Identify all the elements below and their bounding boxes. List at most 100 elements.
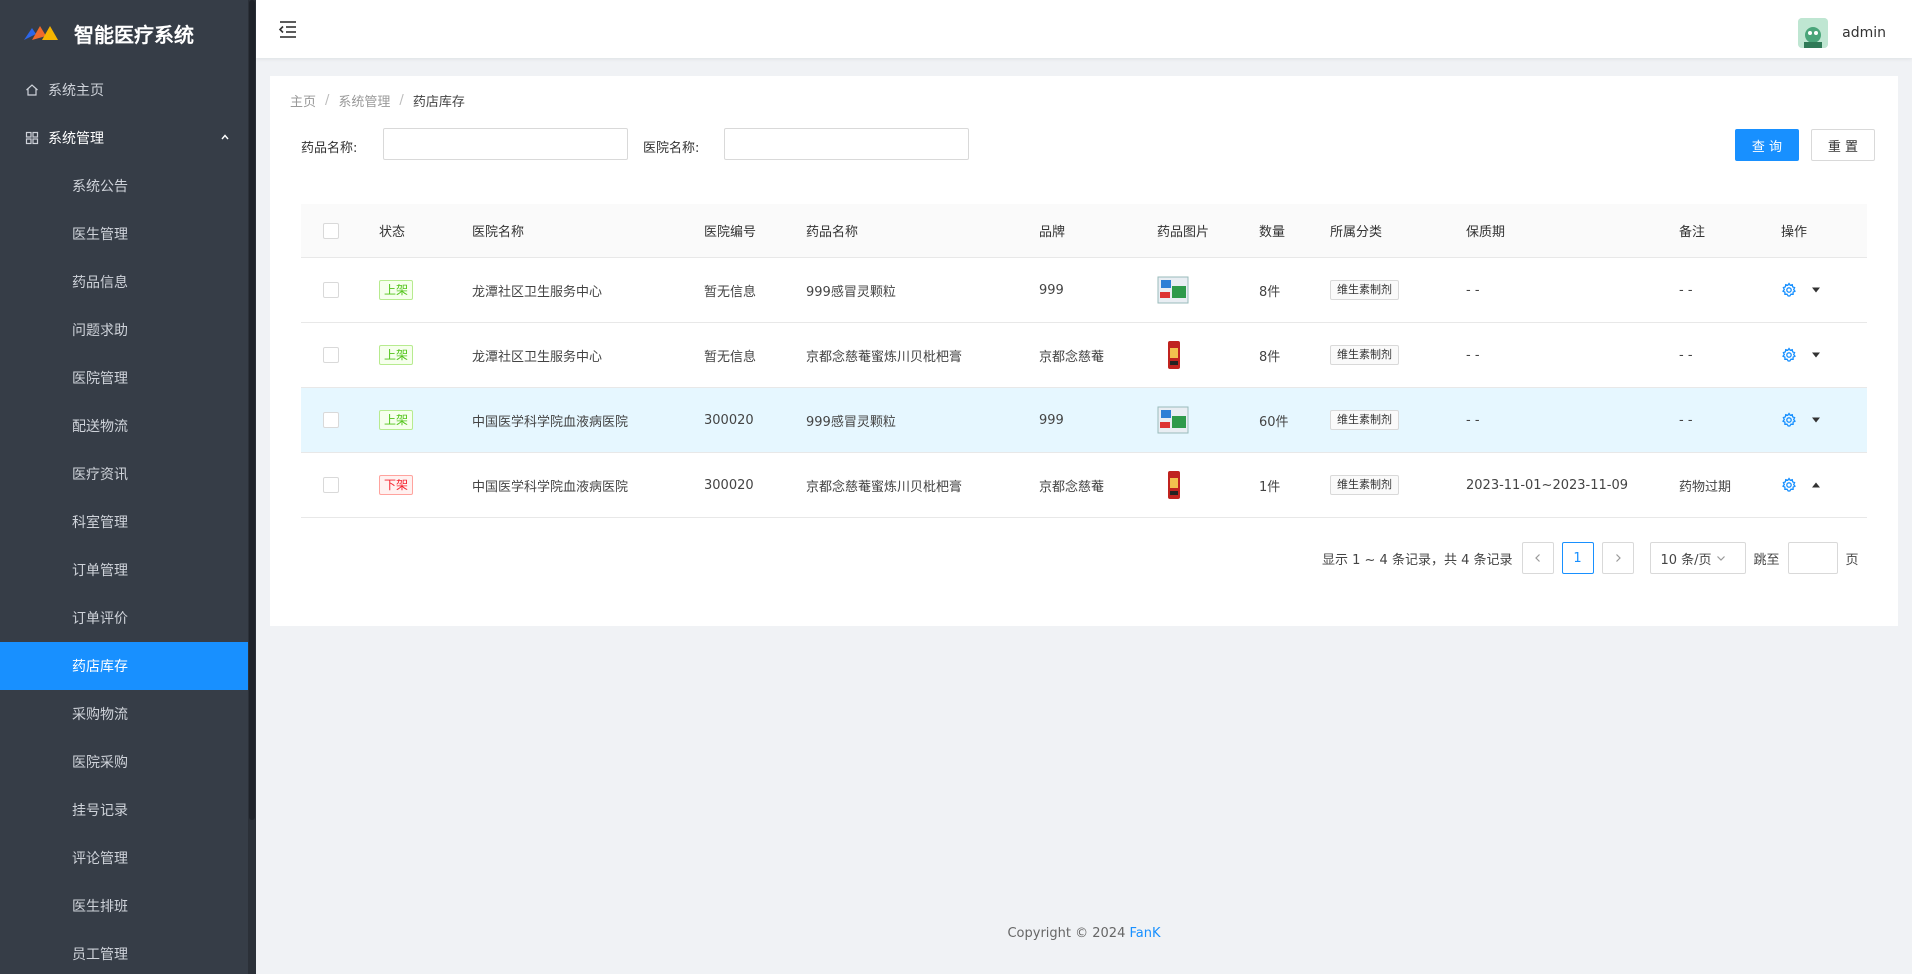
sidebar-item-label: 医生管理 <box>72 227 128 243</box>
next-page-button[interactable] <box>1601 542 1634 574</box>
select-all-checkbox[interactable] <box>323 222 339 239</box>
cell-drug: 999感冒灵颗粒 <box>806 414 896 430</box>
cell-expiry: - - <box>1466 347 1480 363</box>
gear-icon[interactable] <box>1781 412 1797 428</box>
table-row[interactable]: 上架 中国医学科学院血液病医院 300020 999感冒灵颗粒 999 60件 - - - -… <box>301 388 1867 453</box>
page-size-select[interactable]: 10 条/页 <box>1649 542 1746 574</box>
drug-image[interactable] <box>1167 340 1181 370</box>
app-logo[interactable]: 智能医疗系统 <box>0 0 256 66</box>
cell-qty: 8件 <box>1259 349 1281 365</box>
cell-hospital: 龙潭社区卫生服务中心 <box>472 349 603 365</box>
gear-icon[interactable] <box>1781 347 1797 363</box>
sidebar-item-3[interactable]: 问题求助 <box>0 306 248 354</box>
page-1-button[interactable]: 1 <box>1561 542 1594 574</box>
sidebar-item-13[interactable]: 挂号记录 <box>0 786 248 834</box>
col-hospital-no: 医院编号 <box>704 225 757 240</box>
sidebar-item-label: 挂号记录 <box>72 803 128 819</box>
sidebar-item-6[interactable]: 医疗资讯 <box>0 450 248 498</box>
category-tag: 维生素制剂 <box>1330 410 1399 430</box>
sidebar-item-label: 医疗资讯 <box>72 467 128 483</box>
menu-fold-icon[interactable] <box>278 20 298 38</box>
cell-drug: 京都念慈菴蜜炼川贝枇杷膏 <box>806 479 963 495</box>
sidebar-item-label: 订单管理 <box>72 563 128 579</box>
drug-image[interactable] <box>1157 404 1189 436</box>
cell-brand: 京都念慈菴 <box>1039 479 1105 495</box>
sidebar-scrollbar[interactable] <box>248 0 256 974</box>
cell-brand: 999 <box>1039 282 1064 298</box>
sidebar-item-1[interactable]: 医生管理 <box>0 210 248 258</box>
hospital-name-input[interactable] <box>724 128 969 160</box>
cell-note: - - <box>1679 282 1693 298</box>
logo-icon <box>24 26 58 40</box>
sidebar-item-10[interactable]: 药店库存 <box>0 642 248 690</box>
jump-page-input[interactable] <box>1787 542 1838 574</box>
user-menu[interactable]: admin <box>1798 18 1886 48</box>
breadcrumb-current: 药店库存 <box>412 95 465 110</box>
sidebar-item-label: 订单评价 <box>72 611 128 627</box>
caret-down-icon[interactable] <box>1811 285 1821 295</box>
gear-icon[interactable] <box>1781 477 1797 493</box>
sidebar-item-14[interactable]: 评论管理 <box>0 834 248 882</box>
sidebar-item-15[interactable]: 医生排班 <box>0 882 248 930</box>
reset-button[interactable]: 重 置 <box>1811 129 1875 161</box>
drug-name-label: 药品名称: <box>301 141 358 156</box>
caret-up-icon[interactable] <box>1811 480 1821 490</box>
cell-hospital-no: 300020 <box>704 412 754 428</box>
drug-image[interactable] <box>1157 274 1189 306</box>
top-header: admin <box>256 0 1912 58</box>
cell-hospital: 中国医学科学院血液病医院 <box>472 414 629 430</box>
sidebar-item-4[interactable]: 医院管理 <box>0 354 248 402</box>
row-checkbox[interactable] <box>323 477 339 493</box>
row-checkbox[interactable] <box>323 347 339 363</box>
cell-brand: 999 <box>1039 412 1064 428</box>
category-tag: 维生素制剂 <box>1330 345 1399 365</box>
sidebar-item-7[interactable]: 科室管理 <box>0 498 248 546</box>
chevron-down-icon <box>1716 556 1725 561</box>
cell-qty: 8件 <box>1259 284 1281 300</box>
category-tag: 维生素制剂 <box>1330 475 1399 495</box>
sidebar-item-11[interactable]: 采购物流 <box>0 690 248 738</box>
footer: Copyright © 2024 FanK <box>256 926 1912 941</box>
sidebar-item-label: 员工管理 <box>72 947 128 963</box>
col-expiry: 保质期 <box>1466 225 1506 240</box>
row-checkbox[interactable] <box>323 282 339 298</box>
gear-icon[interactable] <box>1781 282 1797 298</box>
sidebar-item-0[interactable]: 系统公告 <box>0 162 248 210</box>
caret-down-icon[interactable] <box>1811 350 1821 360</box>
cell-hospital-no: 暂无信息 <box>704 349 757 365</box>
drug-image[interactable] <box>1167 470 1181 500</box>
cell-expiry: - - <box>1466 282 1480 298</box>
sidebar-item-5[interactable]: 配送物流 <box>0 402 248 450</box>
sidebar-item-9[interactable]: 订单评价 <box>0 594 248 642</box>
table-row[interactable]: 上架 龙潭社区卫生服务中心 暂无信息 999感冒灵颗粒 999 8件 - - - - 维生素制剂 <box>301 258 1867 323</box>
cell-qty: 1件 <box>1259 479 1281 495</box>
author-link[interactable]: FanK <box>1130 926 1161 941</box>
sidebar-item-home[interactable]: 系统主页 <box>0 66 248 114</box>
sidebar-item-12[interactable]: 医院采购 <box>0 738 248 786</box>
table-row[interactable]: 上架 龙潭社区卫生服务中心 暂无信息 京都念慈菴蜜炼川贝枇杷膏 京都念慈菴 8件 - - - … <box>301 323 1867 388</box>
chevron-up-icon <box>221 134 229 140</box>
sidebar-group-system[interactable]: 系统管理 <box>0 114 248 162</box>
row-checkbox[interactable] <box>323 412 339 428</box>
sidebar-item-8[interactable]: 订单管理 <box>0 546 248 594</box>
avatar[interactable] <box>1798 18 1829 48</box>
cell-hospital: 龙潭社区卫生服务中心 <box>472 284 603 300</box>
search-button[interactable]: 查 询 <box>1735 129 1799 161</box>
sidebar-item-label: 医生排班 <box>72 899 128 915</box>
col-image: 药品图片 <box>1157 225 1210 240</box>
breadcrumb: 主页 / 系统管理 / 药店库存 <box>290 91 465 110</box>
breadcrumb-system[interactable]: 系统管理 <box>338 91 390 110</box>
sidebar-item-label: 评论管理 <box>72 851 128 867</box>
drug-name-input[interactable] <box>383 128 628 160</box>
table-row[interactable]: 下架 中国医学科学院血液病医院 300020 京都念慈菴蜜炼川贝枇杷膏 京都念慈菴 1件 2… <box>301 453 1867 518</box>
breadcrumb-home[interactable]: 主页 <box>290 91 316 110</box>
cell-hospital: 中国医学科学院血液病医院 <box>472 479 629 495</box>
sidebar-item-label: 医院采购 <box>72 755 128 771</box>
sidebar-group-label: 系统管理 <box>48 131 104 147</box>
sidebar-item-label: 药品信息 <box>72 275 128 291</box>
sidebar-item-2[interactable]: 药品信息 <box>0 258 248 306</box>
caret-down-icon[interactable] <box>1811 415 1821 425</box>
sidebar-item-16[interactable]: 员工管理 <box>0 930 248 974</box>
prev-page-button[interactable] <box>1521 542 1554 574</box>
sidebar-item-label: 医院管理 <box>72 371 128 387</box>
